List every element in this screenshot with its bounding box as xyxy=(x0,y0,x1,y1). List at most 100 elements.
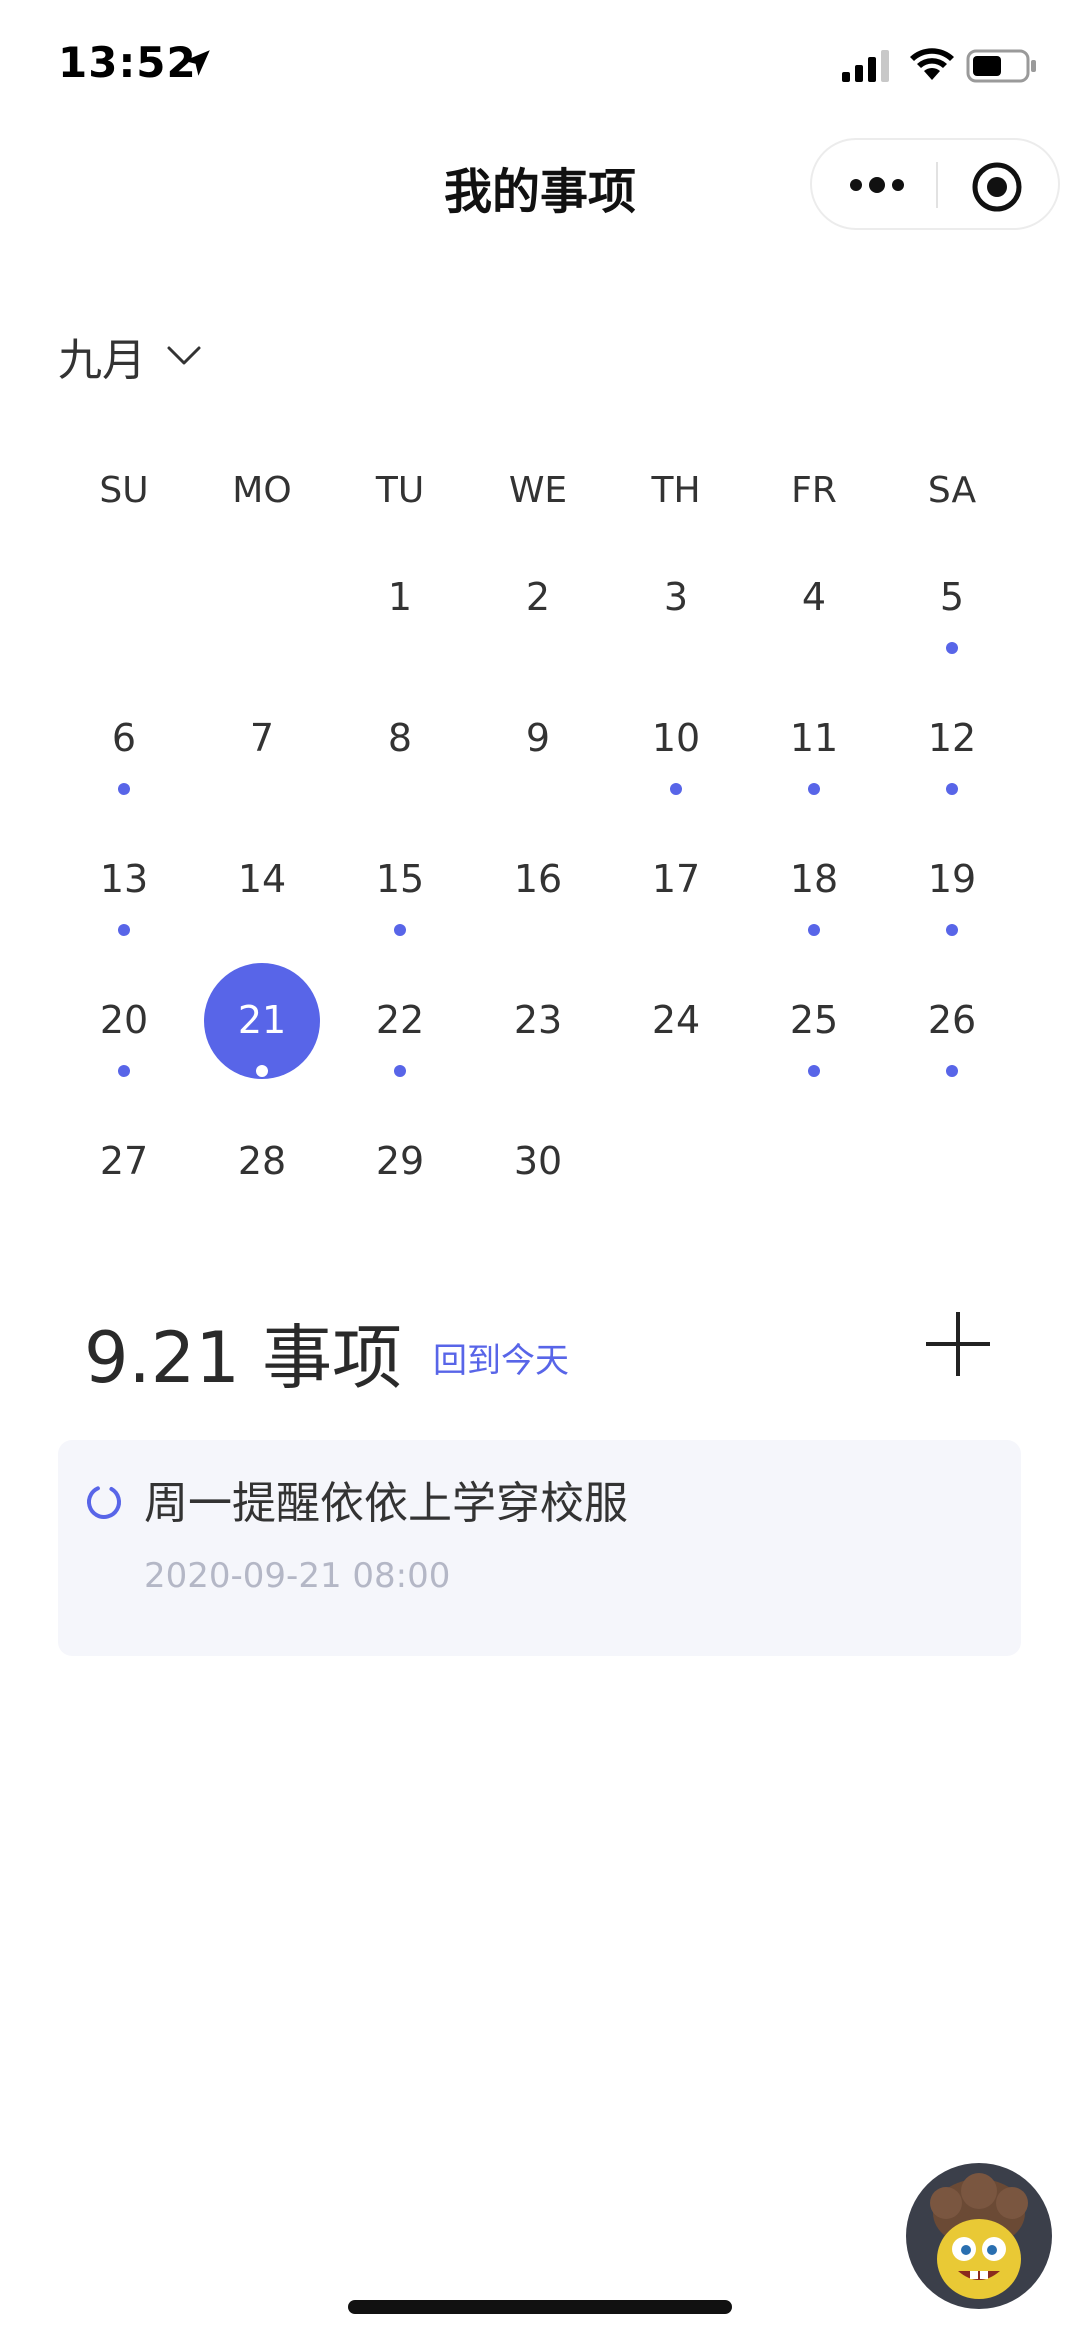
floating-avatar[interactable] xyxy=(906,2163,1052,2309)
calendar-day-number: 7 xyxy=(249,716,275,760)
calendar-day[interactable]: 1 xyxy=(331,540,469,681)
calendar-day-number: 29 xyxy=(375,1139,425,1183)
month-label: 九月 xyxy=(58,335,146,386)
calendar-day[interactable]: 8 xyxy=(331,681,469,822)
event-indicator-dot xyxy=(808,1065,820,1077)
calendar-day[interactable]: 14 xyxy=(193,822,331,963)
calendar-day-number: 17 xyxy=(651,857,701,901)
weekday-label: TH xyxy=(651,469,701,511)
calendar-day-number: 21 xyxy=(237,998,287,1042)
close-mini-program-icon[interactable] xyxy=(970,160,1024,214)
calendar-day[interactable]: 20 xyxy=(55,963,193,1104)
calendar-day[interactable]: 4 xyxy=(745,540,883,681)
events-date-title: 9.21 事项 xyxy=(84,1317,403,1399)
back-to-today-link[interactable]: 回到今天 xyxy=(433,1338,569,1384)
calendar-day[interactable]: 7 xyxy=(193,681,331,822)
calendar-day[interactable]: 19 xyxy=(883,822,1021,963)
calendar-day[interactable]: 10 xyxy=(607,681,745,822)
status-time: 13:52 xyxy=(58,38,197,87)
event-indicator-dot xyxy=(118,783,130,795)
calendar-day-number: 24 xyxy=(651,998,701,1042)
wifi-icon xyxy=(910,48,954,80)
event-indicator-dot xyxy=(808,924,820,936)
home-indicator[interactable] xyxy=(348,2300,732,2314)
calendar-day[interactable]: 15 xyxy=(331,822,469,963)
event-indicator-dot xyxy=(946,783,958,795)
calendar-day-blank xyxy=(193,540,331,681)
event-indicator-dot xyxy=(670,783,682,795)
calendar-day-number: 26 xyxy=(927,998,977,1042)
calendar-day[interactable]: 6 xyxy=(55,681,193,822)
chevron-down-icon xyxy=(167,346,201,365)
calendar-day-number: 6 xyxy=(111,716,137,760)
calendar-day[interactable]: 23 xyxy=(469,963,607,1104)
calendar-day-number: 2 xyxy=(525,575,551,619)
calendar-day[interactable]: 5 xyxy=(883,540,1021,681)
calendar-day[interactable]: 30 xyxy=(469,1104,607,1245)
mini-program-capsule xyxy=(810,138,1060,230)
calendar-day[interactable]: 28 xyxy=(193,1104,331,1245)
calendar-day[interactable]: 24 xyxy=(607,963,745,1104)
calendar-day-number: 12 xyxy=(927,716,977,760)
event-indicator-dot xyxy=(946,1065,958,1077)
pending-circle-icon[interactable] xyxy=(84,1482,124,1522)
calendar-day-number: 5 xyxy=(939,575,965,619)
weekday-header: SU MO TU WE TH FR SA xyxy=(55,460,1021,520)
month-picker[interactable]: 九月 xyxy=(58,326,202,386)
calendar-day-number: 11 xyxy=(789,716,839,760)
calendar-day[interactable]: 25 xyxy=(745,963,883,1104)
calendar-day-number: 19 xyxy=(927,857,977,901)
battery-icon xyxy=(966,49,1036,83)
calendar-day-number: 9 xyxy=(525,716,551,760)
calendar-day-number: 8 xyxy=(387,716,413,760)
calendar-day[interactable]: 18 xyxy=(745,822,883,963)
event-card[interactable]: 周一提醒依依上学穿校服 2020-09-21 08:00 xyxy=(58,1440,1021,1656)
calendar-day-number: 30 xyxy=(513,1139,563,1183)
calendar-day[interactable]: 17 xyxy=(607,822,745,963)
calendar-day-number: 27 xyxy=(99,1139,149,1183)
avatar-image xyxy=(906,2163,1052,2309)
calendar-day[interactable]: 29 xyxy=(331,1104,469,1245)
calendar-day-number: 22 xyxy=(375,998,425,1042)
calendar-day[interactable]: 11 xyxy=(745,681,883,822)
calendar-day-number: 16 xyxy=(513,857,563,901)
weekday-label: WE xyxy=(508,469,568,511)
weekday-label: TU xyxy=(375,469,425,511)
calendar-day-number: 18 xyxy=(789,857,839,901)
event-indicator-dot xyxy=(946,642,958,654)
calendar-day-number: 10 xyxy=(651,716,701,760)
calendar-day[interactable]: 2 xyxy=(469,540,607,681)
calendar-day[interactable]: 13 xyxy=(55,822,193,963)
calendar-day[interactable]: 16 xyxy=(469,822,607,963)
calendar-day[interactable]: 26 xyxy=(883,963,1021,1104)
calendar-day-number: 14 xyxy=(237,857,287,901)
calendar-day[interactable]: 27 xyxy=(55,1104,193,1245)
capsule-divider xyxy=(936,162,938,208)
calendar-day-number: 23 xyxy=(513,998,563,1042)
plus-icon[interactable] xyxy=(924,1310,992,1378)
calendar-day-number: 1 xyxy=(387,575,413,619)
weekday-label: SA xyxy=(927,469,977,511)
weekday-label: MO xyxy=(232,469,292,511)
event-indicator-dot xyxy=(118,924,130,936)
event-indicator-dot xyxy=(946,924,958,936)
calendar-day[interactable]: 9 xyxy=(469,681,607,822)
event-title: 周一提醒依依上学穿校服 xyxy=(144,1478,628,1529)
calendar-day-number: 25 xyxy=(789,998,839,1042)
calendar-day-number: 15 xyxy=(375,857,425,901)
calendar-days-grid: 1 2 3 4 5 6 7 8 9 10 11 12 13 14 15 16 17 18 19 20 21 22 23 24 2… xyxy=(55,540,1021,1245)
calendar-day-selected[interactable]: 21 xyxy=(193,963,331,1104)
event-indicator-dot xyxy=(256,1065,268,1077)
calendar-day[interactable]: 22 xyxy=(331,963,469,1104)
event-indicator-dot xyxy=(118,1065,130,1077)
weekday-label: SU xyxy=(99,469,149,511)
calendar-day[interactable]: 12 xyxy=(883,681,1021,822)
event-indicator-dot xyxy=(394,1065,406,1077)
event-time: 2020-09-21 08:00 xyxy=(144,1556,451,1596)
event-indicator-dot xyxy=(808,783,820,795)
location-arrow-icon xyxy=(184,50,210,76)
weekday-label: FR xyxy=(791,469,837,511)
more-options-icon[interactable] xyxy=(848,168,906,202)
calendar-day-number: 4 xyxy=(801,575,827,619)
calendar-day[interactable]: 3 xyxy=(607,540,745,681)
